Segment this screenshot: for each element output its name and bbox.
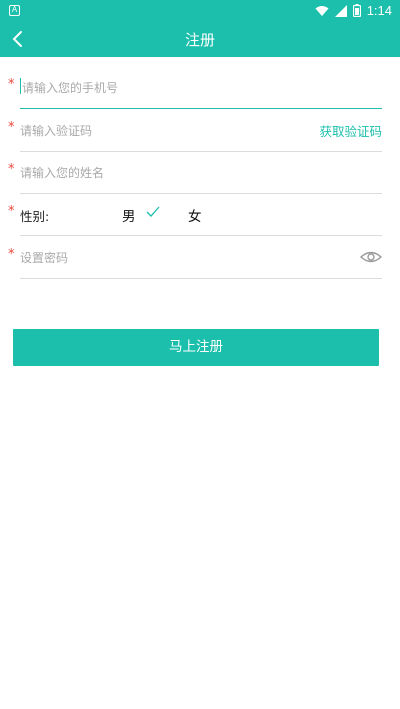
phone-placeholder: 请输入您的手机号 bbox=[22, 81, 119, 95]
password-placeholder: 设置密码 bbox=[20, 251, 69, 265]
gender-female-option[interactable]: 女 bbox=[188, 205, 202, 225]
name-row: * 请输入您的姓名 bbox=[0, 152, 400, 194]
status-right: 1:14 bbox=[315, 3, 392, 18]
check-icon bbox=[146, 206, 160, 217]
code-input[interactable]: 请输入验证码 获取验证码 bbox=[20, 110, 382, 152]
header-bar: 注册 bbox=[0, 22, 400, 57]
phone-input[interactable]: 请输入您的手机号 bbox=[20, 67, 382, 109]
code-placeholder: 请输入验证码 bbox=[20, 124, 93, 138]
notification-icon: A bbox=[9, 5, 20, 16]
name-placeholder: 请输入您的姓名 bbox=[20, 166, 105, 180]
page-title: 注册 bbox=[184, 31, 215, 49]
required-mark: * bbox=[8, 247, 15, 262]
gender-field: 性别: 男 女 bbox=[20, 194, 382, 236]
register-submit-button[interactable]: 马上注册 bbox=[13, 329, 379, 366]
password-row: * 设置密码 bbox=[0, 237, 400, 279]
password-input[interactable]: 设置密码 bbox=[20, 237, 382, 279]
gender-label: 性别: bbox=[20, 209, 50, 224]
required-mark: * bbox=[8, 162, 15, 177]
name-input[interactable]: 请输入您的姓名 bbox=[20, 152, 382, 194]
required-mark: * bbox=[8, 77, 15, 92]
gender-male-option[interactable]: 男 bbox=[122, 205, 136, 225]
status-time: 1:14 bbox=[366, 3, 392, 18]
eye-icon[interactable] bbox=[360, 249, 382, 265]
status-bar: A 1:14 bbox=[0, 0, 400, 22]
battery-icon bbox=[352, 4, 361, 17]
code-row: * 请输入验证码 获取验证码 bbox=[0, 110, 400, 152]
get-code-button[interactable]: 获取验证码 bbox=[319, 121, 382, 140]
text-cursor bbox=[20, 78, 21, 94]
gender-row: * 性别: 男 女 bbox=[0, 194, 400, 236]
required-mark: * bbox=[8, 204, 15, 219]
required-mark: * bbox=[8, 120, 15, 135]
wifi-icon bbox=[315, 5, 329, 16]
phone-row: * 请输入您的手机号 bbox=[0, 67, 400, 109]
signal-icon bbox=[334, 4, 347, 17]
